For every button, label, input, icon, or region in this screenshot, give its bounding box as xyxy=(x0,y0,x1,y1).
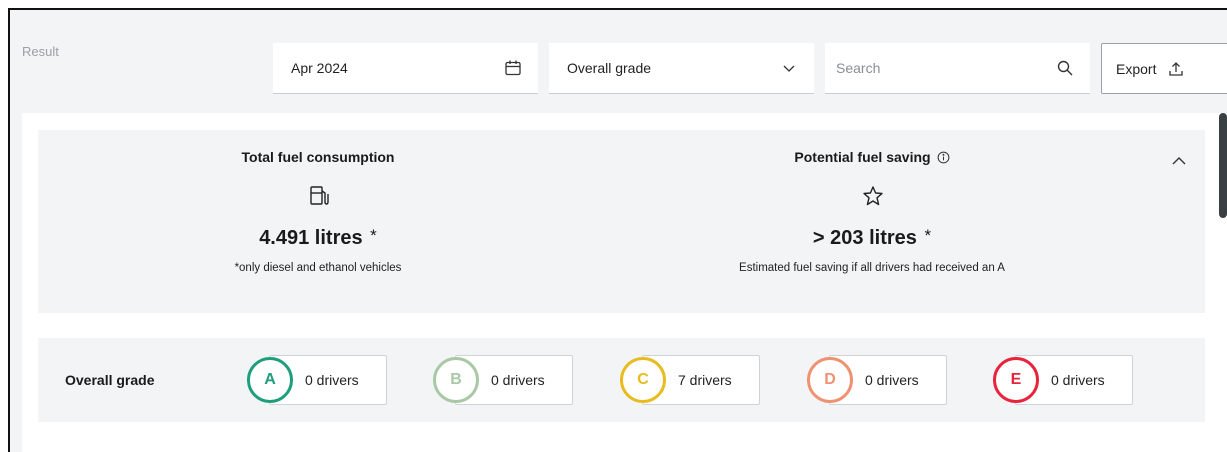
grade-badge-d: D xyxy=(807,357,853,403)
grade-count: 0 drivers xyxy=(305,372,359,388)
grade-badge-c: C xyxy=(620,357,666,403)
fuel-consumption-value: 4.491 litres * xyxy=(118,226,518,250)
fuel-consumption-asterisk: * xyxy=(370,226,377,245)
grade-letter: E xyxy=(1010,371,1022,388)
grade-count: 0 drivers xyxy=(1051,372,1105,388)
grade-count: 7 drivers xyxy=(678,372,732,388)
result-label: Result xyxy=(22,44,59,59)
fuel-saving-title-row: Potential fuel saving xyxy=(672,149,1072,165)
fuel-saving-amount: > 203 litres xyxy=(812,227,917,249)
grade-select[interactable]: Overall grade xyxy=(549,43,814,94)
grade-badge-e: E xyxy=(993,357,1039,403)
grade-badge-a: A xyxy=(247,357,293,403)
scrollbar-thumb[interactable] xyxy=(1219,113,1227,218)
fuel-summary-card: Total fuel consumption 4.491 litres * *o… xyxy=(38,130,1205,313)
fuel-consumption-note: *only diesel and ethanol vehicles xyxy=(234,262,402,274)
calendar-icon[interactable] xyxy=(504,59,522,77)
upload-icon xyxy=(1169,61,1184,76)
export-button[interactable]: Export xyxy=(1101,43,1227,94)
chevron-down-icon xyxy=(783,65,795,72)
fuel-saving-value: > 203 litres * xyxy=(672,226,1072,250)
fuel-saving-note: Estimated fuel saving if all drivers had… xyxy=(739,262,1005,274)
fuel-consumption-title: Total fuel consumption xyxy=(241,149,395,165)
fuel-pump-icon xyxy=(310,186,329,205)
grade-letter: C xyxy=(637,371,649,388)
star-icon xyxy=(863,186,883,206)
search-input[interactable]: Search xyxy=(836,60,880,76)
export-label: Export xyxy=(1116,60,1157,77)
grade-badge-b: B xyxy=(433,357,479,403)
date-picker[interactable]: Apr 2024 xyxy=(273,43,538,94)
grade-distribution-label: Overall grade xyxy=(65,372,155,388)
grade-letter: D xyxy=(824,371,836,388)
search-field[interactable]: Search xyxy=(825,43,1090,94)
info-icon[interactable] xyxy=(937,151,950,164)
fuel-saving-title: Potential fuel saving xyxy=(794,149,931,165)
results-panel: Total fuel consumption 4.491 litres * *o… xyxy=(22,113,1227,452)
fuel-consumption-amount: 4.491 litres xyxy=(259,227,363,249)
fuel-saving-asterisk: * xyxy=(924,226,932,245)
grade-count: 0 drivers xyxy=(865,372,919,388)
grade-select-value: Overall grade xyxy=(567,60,652,76)
grade-letter: B xyxy=(450,371,462,388)
grade-letter: A xyxy=(264,371,276,388)
grade-count: 0 drivers xyxy=(491,372,545,388)
date-value: Apr 2024 xyxy=(291,60,348,76)
chevron-up-icon[interactable] xyxy=(1169,151,1189,171)
search-icon[interactable] xyxy=(1056,59,1074,77)
grade-distribution: Overall grade A 0 drivers B 0 drivers C … xyxy=(38,338,1205,422)
